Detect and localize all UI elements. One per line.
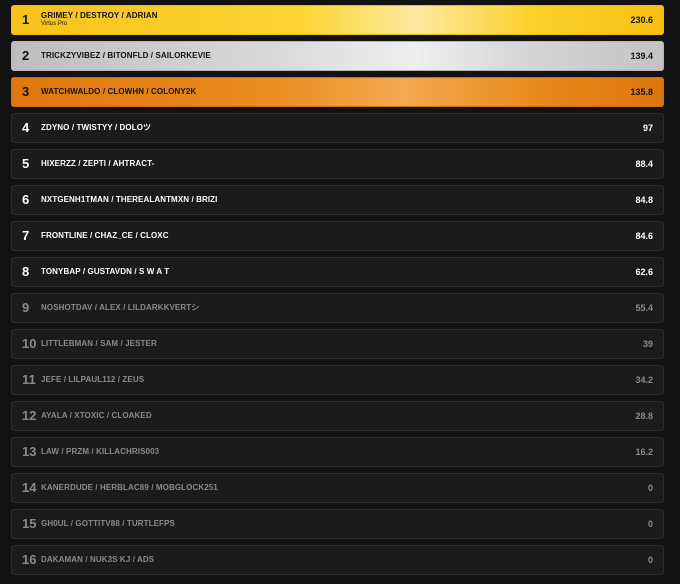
rank-number: 1 xyxy=(22,12,30,27)
score-value: 62.6 xyxy=(635,267,653,277)
score-value: 28.8 xyxy=(635,411,653,421)
rank-number: 4 xyxy=(22,120,30,135)
leaderboard-row-10[interactable]: 10 LITTLEBMAN / SAM / JESTER 39 xyxy=(11,329,664,359)
rank-number: 11 xyxy=(22,372,36,387)
rank-number: 14 xyxy=(22,480,37,495)
score-value: 97 xyxy=(642,123,653,133)
player-names: AYALA / XTOXIC / CLOAKED xyxy=(41,411,152,420)
rank-number: 12 xyxy=(22,408,37,423)
rank-number: 9 xyxy=(22,300,30,315)
player-names: TONYBAP / GUSTAVDN / S W A T xyxy=(41,267,170,276)
rank-number: 7 xyxy=(22,228,30,243)
player-names: TRICKZYVIBEZ / BITONFLD / SAILORKEVIE xyxy=(41,51,211,60)
leaderboard-row-3[interactable]: 3 WATCHWALDO / CLOWHN / COLONY2K 135.8 xyxy=(11,77,664,107)
rank-number: 3 xyxy=(22,84,30,99)
player-names: HIXERZZ / ZEPTI / AHTRACT- xyxy=(41,159,155,168)
score-value: 39 xyxy=(642,339,653,349)
score-value: 0 xyxy=(647,519,653,529)
rank-number: 5 xyxy=(22,156,30,171)
rank-number: 13 xyxy=(22,444,37,459)
leaderboard-row-5[interactable]: 5 HIXERZZ / ZEPTI / AHTRACT- 88.4 xyxy=(11,149,664,179)
score-value: 135.8 xyxy=(630,87,653,97)
score-value: 16.2 xyxy=(635,447,653,457)
player-names: NXTGENH1TMAN / THEREALANTMXN / BRIZI xyxy=(41,195,218,204)
score-value: 34.2 xyxy=(635,375,653,385)
player-names: WATCHWALDO / CLOWHN / COLONY2K xyxy=(41,87,197,96)
leaderboard-row-1[interactable]: 1 GRIMEY / DESTROY / ADRIAN Virtus Pro 2… xyxy=(11,5,664,35)
leaderboard-row-6[interactable]: 6 NXTGENH1TMAN / THEREALANTMXN / BRIZI 8… xyxy=(11,185,664,215)
score-value: 0 xyxy=(647,483,653,493)
rank-number: 2 xyxy=(22,48,30,63)
leaderboard-row-9[interactable]: 9 NOSHOTDAV / ALEX / LILDARKKVERTシ 55.4 xyxy=(11,293,664,323)
score-value: 84.8 xyxy=(635,195,653,205)
team-name: Virtus Pro xyxy=(41,21,68,27)
player-names: KANERDUDE / HERBLAC89 / MOBGLOCK251 xyxy=(41,483,218,492)
score-value: 0 xyxy=(647,555,653,565)
leaderboard-row-8[interactable]: 8 TONYBAP / GUSTAVDN / S W A T 62.6 xyxy=(11,257,664,287)
player-names: JEFE / LILPAUL112 / ZEUS xyxy=(41,375,145,384)
player-names: GH0UL / GOTTITV88 / TURTLEFPS xyxy=(41,519,175,528)
leaderboard-row-12[interactable]: 12 AYALA / XTOXIC / CLOAKED 28.8 xyxy=(11,401,664,431)
leaderboard-row-15[interactable]: 15 GH0UL / GOTTITV88 / TURTLEFPS 0 xyxy=(11,509,664,539)
score-value: 84.6 xyxy=(635,231,653,241)
leaderboard-row-16[interactable]: 16 DAKAMAN / NUK3S KJ / ADS 0 xyxy=(11,545,664,575)
leaderboard-row-7[interactable]: 7 FRONTLINE / CHAZ_CE / CLOXC 84.6 xyxy=(11,221,664,251)
rank-number: 8 xyxy=(22,264,30,279)
leaderboard-row-4[interactable]: 4 ZDYNO / TWISTYY / DOLOツ 97 xyxy=(11,113,664,143)
rank-number: 10 xyxy=(22,336,37,351)
player-names: DAKAMAN / NUK3S KJ / ADS xyxy=(41,555,155,564)
score-value: 230.6 xyxy=(630,15,653,25)
rank-number: 16 xyxy=(22,552,37,567)
rank-number: 15 xyxy=(22,516,37,531)
leaderboard-row-11[interactable]: 11 JEFE / LILPAUL112 / ZEUS 34.2 xyxy=(11,365,664,395)
leaderboard-row-13[interactable]: 13 LAW / PRZM / KILLACHRIS003 16.2 xyxy=(11,437,664,467)
player-names: LAW / PRZM / KILLACHRIS003 xyxy=(41,447,160,456)
player-names: LITTLEBMAN / SAM / JESTER xyxy=(41,339,157,348)
score-value: 55.4 xyxy=(635,303,653,313)
leaderboard-row-14[interactable]: 14 KANERDUDE / HERBLAC89 / MOBGLOCK251 0 xyxy=(11,473,664,503)
player-names: NOSHOTDAV / ALEX / LILDARKKVERTシ xyxy=(41,303,200,312)
score-value: 88.4 xyxy=(635,159,653,169)
rank-number: 6 xyxy=(22,192,30,207)
player-names: FRONTLINE / CHAZ_CE / CLOXC xyxy=(41,231,169,240)
leaderboard-row-2[interactable]: 2 TRICKZYVIBEZ / BITONFLD / SAILORKEVIE … xyxy=(11,41,664,71)
player-names: ZDYNO / TWISTYY / DOLOツ xyxy=(41,123,152,132)
score-value: 139.4 xyxy=(630,51,653,61)
